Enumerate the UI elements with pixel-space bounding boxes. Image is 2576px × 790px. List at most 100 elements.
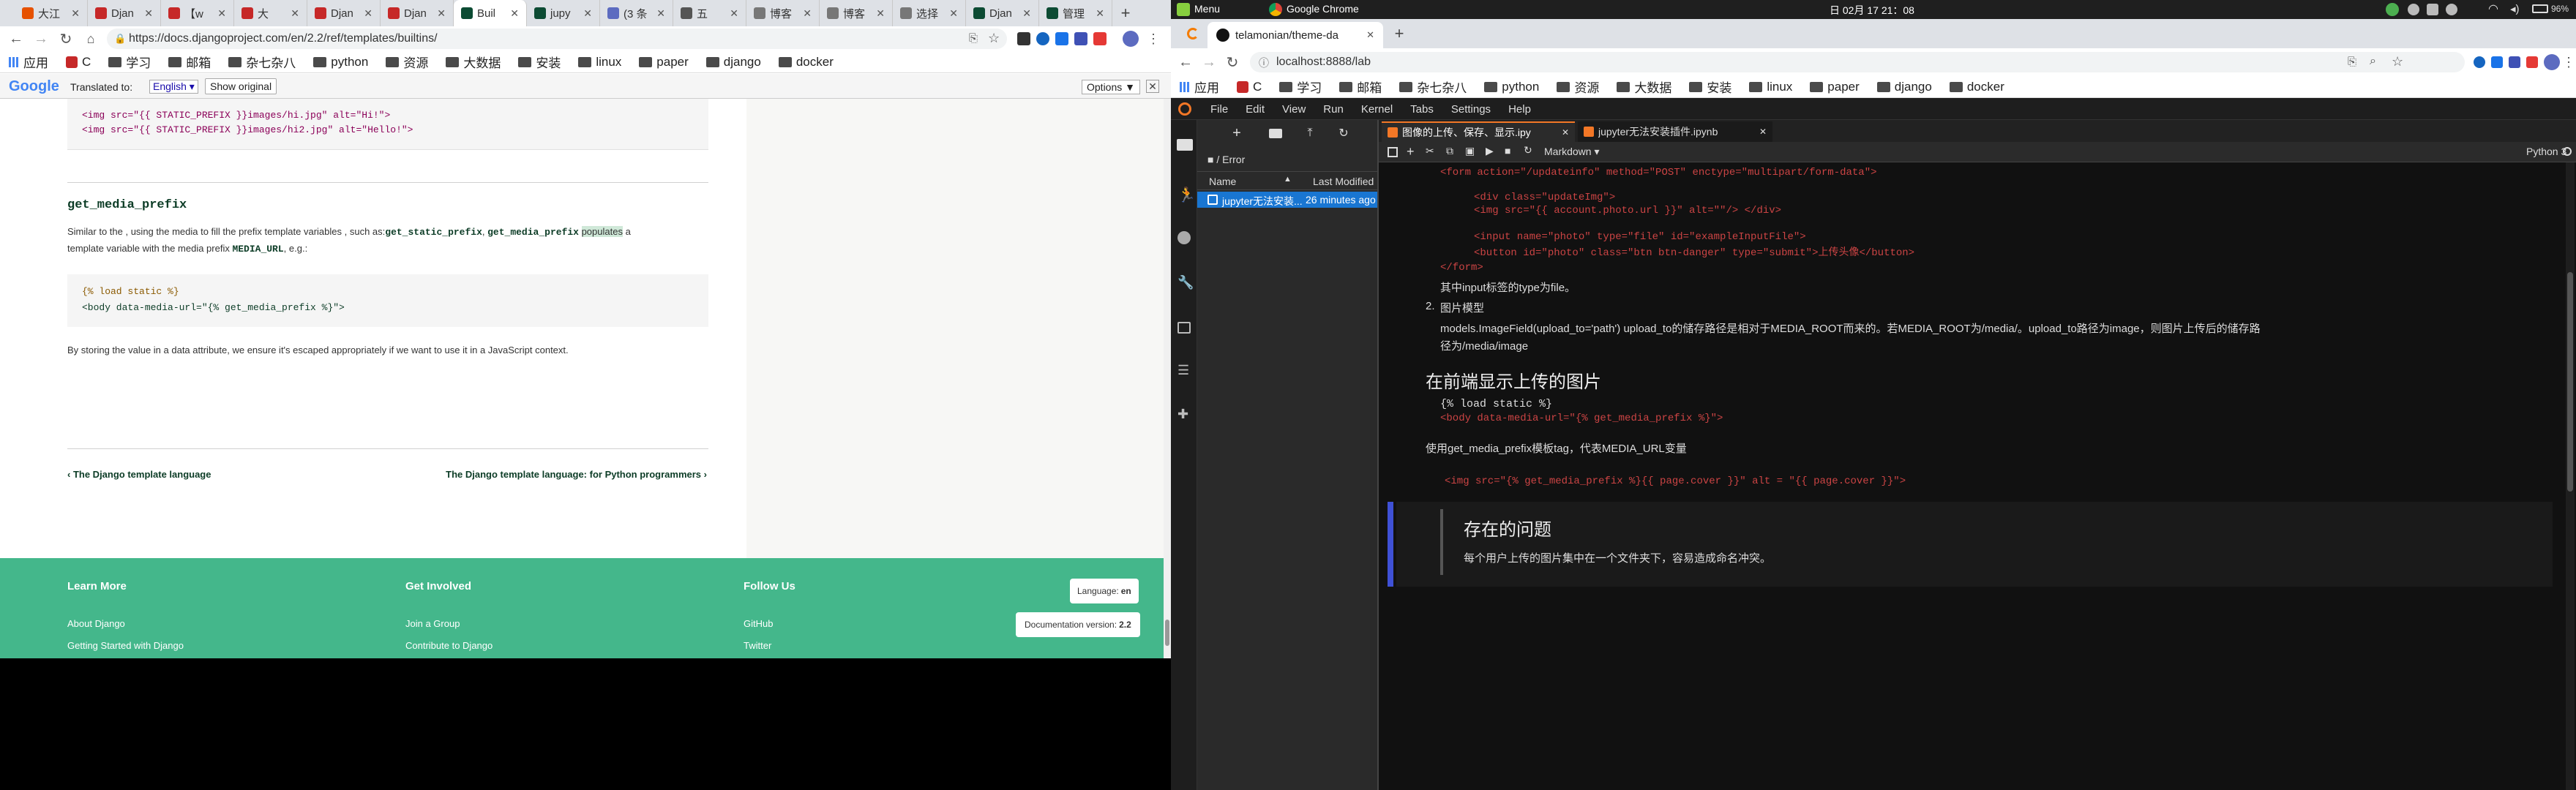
- close-tab-icon[interactable]: ✕: [71, 7, 80, 20]
- browser-tab[interactable]: jupy ✕: [527, 0, 600, 26]
- close-tab-icon[interactable]: ✕: [510, 7, 519, 20]
- extension2-icon[interactable]: [2491, 56, 2503, 68]
- refresh-icon[interactable]: ↻: [1336, 126, 1351, 140]
- menu-tabs[interactable]: Tabs: [1410, 103, 1434, 116]
- kernel-name[interactable]: Python 3: [2526, 146, 2566, 157]
- close-tab-icon[interactable]: ✕: [1562, 127, 1569, 138]
- footer-link[interactable]: Twitter: [744, 640, 771, 651]
- battery-icon[interactable]: [2532, 4, 2548, 13]
- volume-icon[interactable]: ◂): [2510, 2, 2520, 15]
- extension3-icon[interactable]: [2509, 56, 2520, 68]
- bookmark-folder[interactable]: 大数据: [446, 53, 501, 71]
- chrome-tab-active[interactable]: telamonian/theme-da ✕: [1208, 22, 1383, 48]
- avatar[interactable]: [1123, 31, 1139, 47]
- star-icon[interactable]: ☆: [988, 31, 1000, 46]
- reload-icon[interactable]: ↻: [1224, 53, 1241, 71]
- bookmark-folder[interactable]: linux: [1749, 80, 1792, 94]
- close-tab-icon[interactable]: ✕: [876, 7, 885, 20]
- wifi-icon[interactable]: ◠: [2488, 1, 2498, 16]
- restart-icon[interactable]: ↻: [1524, 144, 1532, 157]
- menu-dots-icon[interactable]: ⋮: [1146, 30, 1161, 48]
- bookmark-folder[interactable]: 邮箱: [1339, 78, 1382, 96]
- bookmark-folder[interactable]: 邮箱: [168, 53, 211, 71]
- footer-link[interactable]: Getting Started with Django: [67, 640, 184, 651]
- extension4-icon[interactable]: [1074, 32, 1087, 45]
- menu-edit[interactable]: Edit: [1246, 103, 1265, 116]
- bookmark-folder[interactable]: 杂七杂八: [228, 53, 296, 71]
- bookmark-folder[interactable]: 杂七杂八: [1399, 78, 1467, 96]
- active-cell[interactable]: 存在的问题 每个用户上传的图片集中在一个文件夹下，容易造成命名冲突。: [1396, 502, 2553, 587]
- tray-icon[interactable]: [2408, 4, 2419, 15]
- menu-logo-icon[interactable]: [1177, 3, 1190, 16]
- bookmark-folder[interactable]: django: [1876, 80, 1932, 94]
- extension2-icon[interactable]: [1036, 32, 1049, 45]
- close-tab-icon[interactable]: ✕: [291, 7, 299, 20]
- close-tab-icon[interactable]: ✕: [1096, 7, 1104, 20]
- menu-settings[interactable]: Settings: [1451, 103, 1491, 116]
- bookmark-folder[interactable]: paper: [1810, 80, 1860, 94]
- bookmark-folder[interactable]: python: [313, 55, 368, 69]
- browser-tab[interactable]: Djan ✕: [381, 0, 454, 26]
- bookmark-folder[interactable]: C: [1237, 80, 1262, 94]
- close-tab-icon[interactable]: ✕: [949, 7, 958, 20]
- extension4-icon[interactable]: [2526, 56, 2538, 68]
- close-tab-icon[interactable]: ✕: [1022, 7, 1031, 20]
- extension-manager-icon[interactable]: ✚: [1177, 407, 1188, 422]
- tray-icon[interactable]: [2446, 4, 2457, 15]
- new-launcher-icon[interactable]: +: [1229, 125, 1244, 141]
- info-icon[interactable]: ⓘ: [1259, 56, 1269, 70]
- upload-icon[interactable]: ⤒: [1303, 126, 1317, 140]
- browser-tab[interactable]: 五 ✕: [673, 0, 746, 26]
- bookmark-folder[interactable]: python: [1484, 80, 1539, 94]
- close-tab-icon[interactable]: ✕: [364, 7, 372, 20]
- close-tab-icon[interactable]: ✕: [803, 7, 812, 20]
- close-tab-icon[interactable]: ✕: [437, 7, 446, 20]
- menu-dots-icon[interactable]: ⋮: [2562, 53, 2575, 71]
- bookmark-folder[interactable]: docker: [778, 55, 834, 69]
- bookmark-folder[interactable]: 大数据: [1617, 78, 1671, 96]
- tray-icon[interactable]: [2427, 4, 2438, 15]
- running-icon[interactable]: 🏃: [1177, 186, 1196, 204]
- browser-tab[interactable]: Djan ✕: [88, 0, 161, 26]
- scrollbar-thumb[interactable]: [1165, 620, 1169, 646]
- menu-kernel[interactable]: Kernel: [1361, 103, 1393, 116]
- bookmark-folder[interactable]: 安装: [1689, 78, 1731, 96]
- prev-page-link[interactable]: ‹ The Django template language: [67, 469, 211, 480]
- doc-tab-active[interactable]: 图像的上传、保存、显示.ipy ✕: [1382, 121, 1575, 142]
- omnibox[interactable]: ⓘ localhost:8888/lab ⎘ ⌕ ☆: [1250, 52, 2465, 72]
- bookmark-folder[interactable]: django: [705, 55, 761, 69]
- folder-icon[interactable]: [1177, 139, 1193, 151]
- language-select[interactable]: English ▾: [149, 80, 198, 94]
- tab-search-icon[interactable]: [1187, 28, 1199, 40]
- translate-icon[interactable]: ⎘: [969, 32, 978, 45]
- bookmark-folder[interactable]: docker: [1949, 80, 2004, 94]
- zoom-icon[interactable]: ⌕: [2370, 55, 2376, 68]
- extension3-icon[interactable]: [1055, 32, 1068, 45]
- stop-icon[interactable]: ■: [1505, 145, 1510, 157]
- new-folder-icon[interactable]: [1269, 129, 1282, 138]
- footer-link[interactable]: Join a Group: [405, 618, 460, 629]
- cell-type-select[interactable]: Markdown ▾: [1544, 146, 1600, 158]
- file-row[interactable]: jupyter无法安装... 26 minutes ago: [1197, 192, 1377, 208]
- name-column-header[interactable]: Name: [1209, 176, 1236, 187]
- browser-tab[interactable]: 【w ✕: [161, 0, 234, 26]
- system-menu[interactable]: Menu: [1194, 3, 1220, 15]
- browser-tab[interactable]: 大 ✕: [234, 0, 307, 26]
- bookmark-folder[interactable]: linux: [578, 55, 621, 69]
- browser-tab[interactable]: 选择 ✕: [893, 0, 966, 26]
- browser-tab[interactable]: (3 条 ✕: [600, 0, 673, 26]
- omnibox[interactable]: 🔒 https://docs.djangoproject.com/en/2.2/…: [107, 29, 1007, 49]
- menu-help[interactable]: Help: [1508, 103, 1531, 116]
- save-icon[interactable]: [1388, 147, 1398, 157]
- browser-tab[interactable]: 大江 ✕: [15, 0, 88, 26]
- bookmark-folder[interactable]: 资源: [386, 53, 428, 71]
- back-icon[interactable]: ←: [1177, 53, 1194, 71]
- palette-icon[interactable]: [1177, 231, 1191, 244]
- language-badge[interactable]: Language: en: [1070, 579, 1139, 603]
- browser-tab[interactable]: Buil ✕: [454, 0, 527, 26]
- page-scrollbar[interactable]: [1164, 99, 1171, 658]
- breadcrumb[interactable]: ■ / Error: [1208, 154, 1245, 165]
- copy-icon[interactable]: ⧉: [1446, 145, 1453, 157]
- paste-icon[interactable]: ▣: [1465, 145, 1475, 157]
- close-tab-icon[interactable]: ✕: [144, 7, 153, 20]
